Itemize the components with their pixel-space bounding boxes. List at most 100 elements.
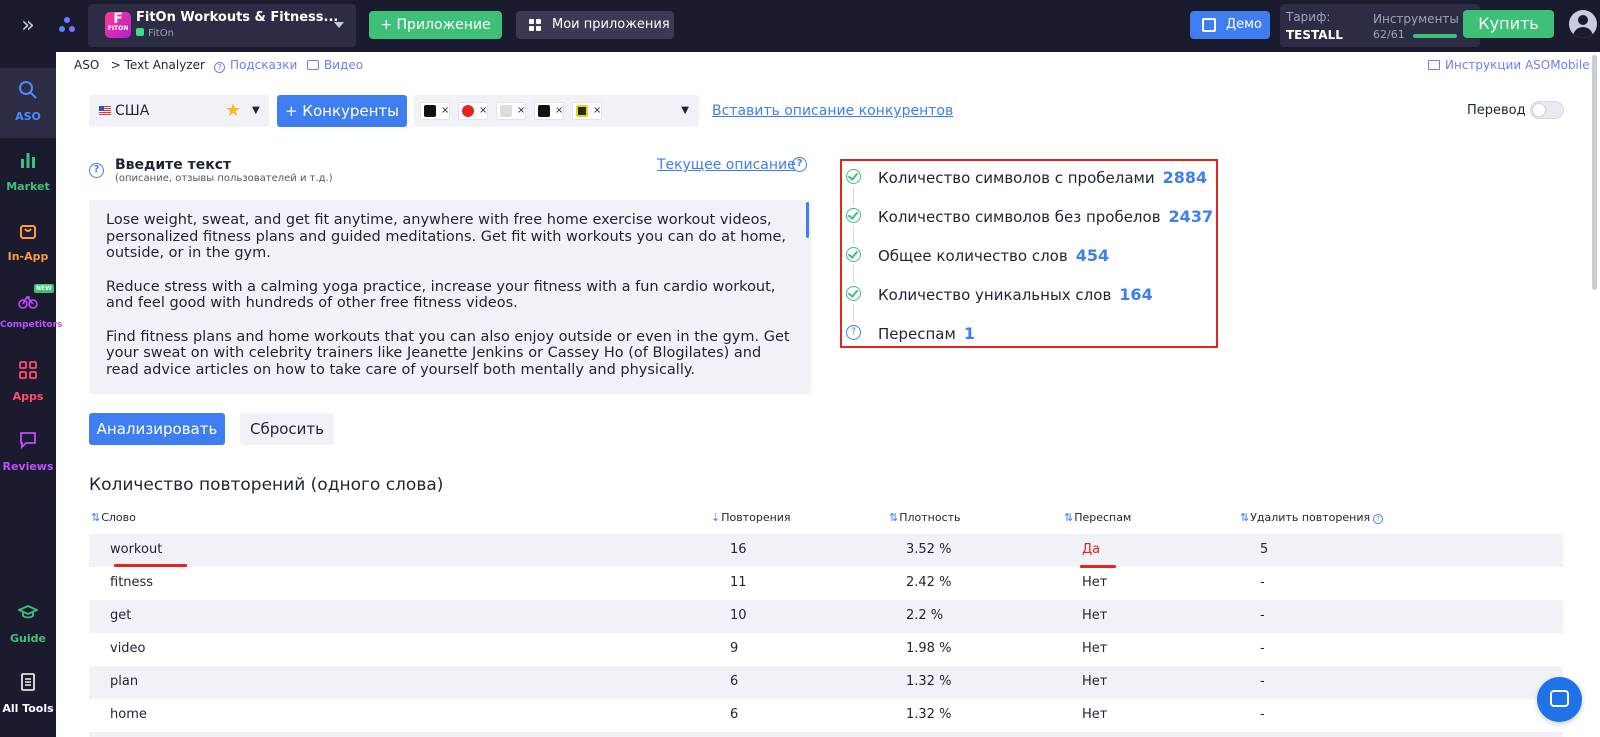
sidebar-item-competitors[interactable]: NEW Competitors	[0, 278, 62, 348]
app-selector[interactable]: F FITON FitOn Workouts & Fitness... FitOn	[88, 4, 356, 47]
competitor-chip[interactable]: ×	[420, 102, 450, 120]
sidebar-item-market[interactable]: Market	[0, 138, 56, 208]
cell-spam: Нет	[1082, 707, 1108, 722]
add-competitors-button[interactable]: + Конкуренты	[277, 95, 407, 127]
table-row[interactable]: plan 6 1.32 % Нет -	[89, 666, 1563, 699]
country-value: США	[115, 103, 150, 119]
cell-spam: Нет	[1082, 575, 1108, 590]
play-icon	[307, 60, 319, 70]
sidebar-item-reviews[interactable]: Reviews	[0, 418, 56, 488]
tools-count: 62/61	[1373, 28, 1405, 41]
cell-word: plan	[110, 674, 139, 689]
sort-icon: ⇅	[1064, 511, 1074, 524]
cell-remove: 5	[1260, 542, 1269, 557]
paste-competitor-description-link[interactable]: Вставить описание конкурентов	[712, 103, 953, 119]
support-chat-button[interactable]	[1537, 677, 1582, 722]
text-stats-panel: Количество символов с пробелами 2884 Коли…	[840, 159, 1218, 348]
expand-sidebar-icon[interactable]: »	[16, 12, 40, 40]
breadcrumb-root[interactable]: ASO	[74, 58, 99, 72]
cell-word: home	[110, 707, 147, 722]
competitor-chip[interactable]: ×	[496, 102, 526, 120]
table-row[interactable]: home 6 1.32 % Нет -	[89, 699, 1563, 732]
column-header-remove[interactable]: ⇅Удалить повторения?	[1240, 511, 1384, 524]
cell-count: 10	[730, 608, 747, 623]
question-circle-icon[interactable]: ?	[846, 325, 861, 340]
text-paragraph: Reduce stress with a calming yoga practi…	[106, 278, 776, 312]
page-scrollbar[interactable]	[1592, 55, 1597, 290]
check-circle-icon	[846, 169, 861, 184]
tariff-value: TESTALL	[1286, 28, 1343, 42]
table-row	[89, 732, 1563, 737]
current-description-link[interactable]: Текущее описание	[657, 157, 796, 173]
top-bar: » F FITON FitOn Workouts & Fitness... Fit…	[0, 0, 1600, 52]
translate-label: Перевод	[1467, 103, 1526, 118]
help-icon[interactable]: ?	[89, 163, 104, 178]
app-subtitle: FitOn	[136, 28, 174, 39]
add-app-button[interactable]: + Приложение	[369, 11, 502, 39]
column-header-overspam[interactable]: ⇅Переспам	[1064, 511, 1131, 524]
instructions-link[interactable]: Инструкции ASOMobile	[1428, 58, 1590, 72]
cell-count: 11	[730, 575, 747, 590]
sidebar-item-all-tools[interactable]: All Tools	[0, 660, 56, 730]
cell-density: 3.52 %	[906, 542, 952, 557]
android-icon	[136, 28, 144, 36]
input-title: Введите текст	[115, 157, 232, 173]
remove-icon[interactable]: ×	[555, 103, 563, 119]
column-header-density[interactable]: ⇅Плотность	[889, 511, 961, 524]
competitor-chip[interactable]: ×	[572, 102, 602, 120]
cell-density: 1.32 %	[906, 674, 952, 689]
shopping-bag-icon	[20, 225, 36, 239]
user-avatar-icon[interactable]	[1569, 10, 1597, 38]
chat-icon	[1550, 690, 1569, 707]
fiton-app-icon: F FITON	[105, 11, 131, 38]
help-icon[interactable]: ?	[792, 157, 807, 172]
reset-button[interactable]: Сбросить	[240, 413, 334, 445]
remove-icon[interactable]: ×	[593, 103, 601, 119]
column-header-repetitions[interactable]: ⇣Повторения	[711, 511, 791, 524]
caret-down-icon	[334, 22, 344, 28]
textarea-scrollbar[interactable]	[806, 202, 809, 238]
tools-label: Инструменты	[1373, 12, 1459, 26]
buy-button[interactable]: Купить	[1463, 10, 1554, 38]
video-link[interactable]: Видео	[307, 58, 363, 72]
column-header-word[interactable]: ⇅Слово	[91, 511, 136, 524]
check-circle-icon	[846, 286, 861, 301]
competitor-chip[interactable]: ×	[458, 102, 488, 120]
sidebar-item-guide[interactable]: Guide	[0, 590, 56, 660]
repetitions-table-title: Количество повторений (одного слова)	[89, 475, 444, 495]
remove-icon[interactable]: ×	[441, 103, 449, 119]
stat-value: 2437	[1168, 207, 1214, 226]
sidebar-item-in-app[interactable]: In-App	[0, 208, 56, 278]
competitor-chip[interactable]: ×	[534, 102, 564, 120]
grid-icon	[19, 361, 37, 379]
table-row[interactable]: video 9 1.98 % Нет -	[89, 633, 1563, 666]
table-row[interactable]: get 10 2.2 % Нет -	[89, 600, 1563, 633]
stat-value: 2884	[1162, 168, 1208, 187]
table-header: ⇅Слово ⇣Повторения ⇅Плотность ⇅Переспам …	[89, 509, 1563, 529]
asomobile-logo-icon[interactable]	[58, 16, 76, 34]
grid-icon	[529, 19, 541, 31]
description-textarea[interactable]: Lose weight, sweat, and get fit anytime,…	[89, 200, 811, 394]
table-row[interactable]: workout 16 3.52 % Да 5	[89, 534, 1563, 567]
table-row[interactable]: fitness 11 2.42 % Нет -	[89, 567, 1563, 600]
competitors-select[interactable]: × × × × × ▼	[414, 95, 699, 127]
analyze-button[interactable]: Анализировать	[89, 413, 225, 445]
sidebar-item-aso[interactable]: ASO	[0, 68, 56, 138]
cell-density: 2.2 %	[906, 608, 944, 623]
app-icon-5	[576, 105, 588, 117]
remove-icon[interactable]: ×	[517, 103, 525, 119]
cell-density: 1.98 %	[906, 641, 952, 656]
remove-icon[interactable]: ×	[479, 103, 487, 119]
cell-spam: Нет	[1082, 608, 1108, 623]
book-icon	[1428, 60, 1440, 70]
cell-remove: -	[1260, 674, 1265, 689]
sidebar-item-apps[interactable]: Apps	[0, 348, 56, 418]
hints-link[interactable]: ? Подсказки	[214, 58, 297, 73]
cell-spam: Нет	[1082, 641, 1108, 656]
translate-toggle[interactable]	[1530, 101, 1564, 119]
star-icon[interactable]: ★	[225, 100, 241, 121]
country-select[interactable]: США ★ ▼	[89, 95, 269, 127]
my-apps-button[interactable]: Мои приложения	[516, 11, 674, 39]
stat-value: 454	[1075, 246, 1110, 265]
demo-button[interactable]: Демо	[1190, 11, 1270, 39]
